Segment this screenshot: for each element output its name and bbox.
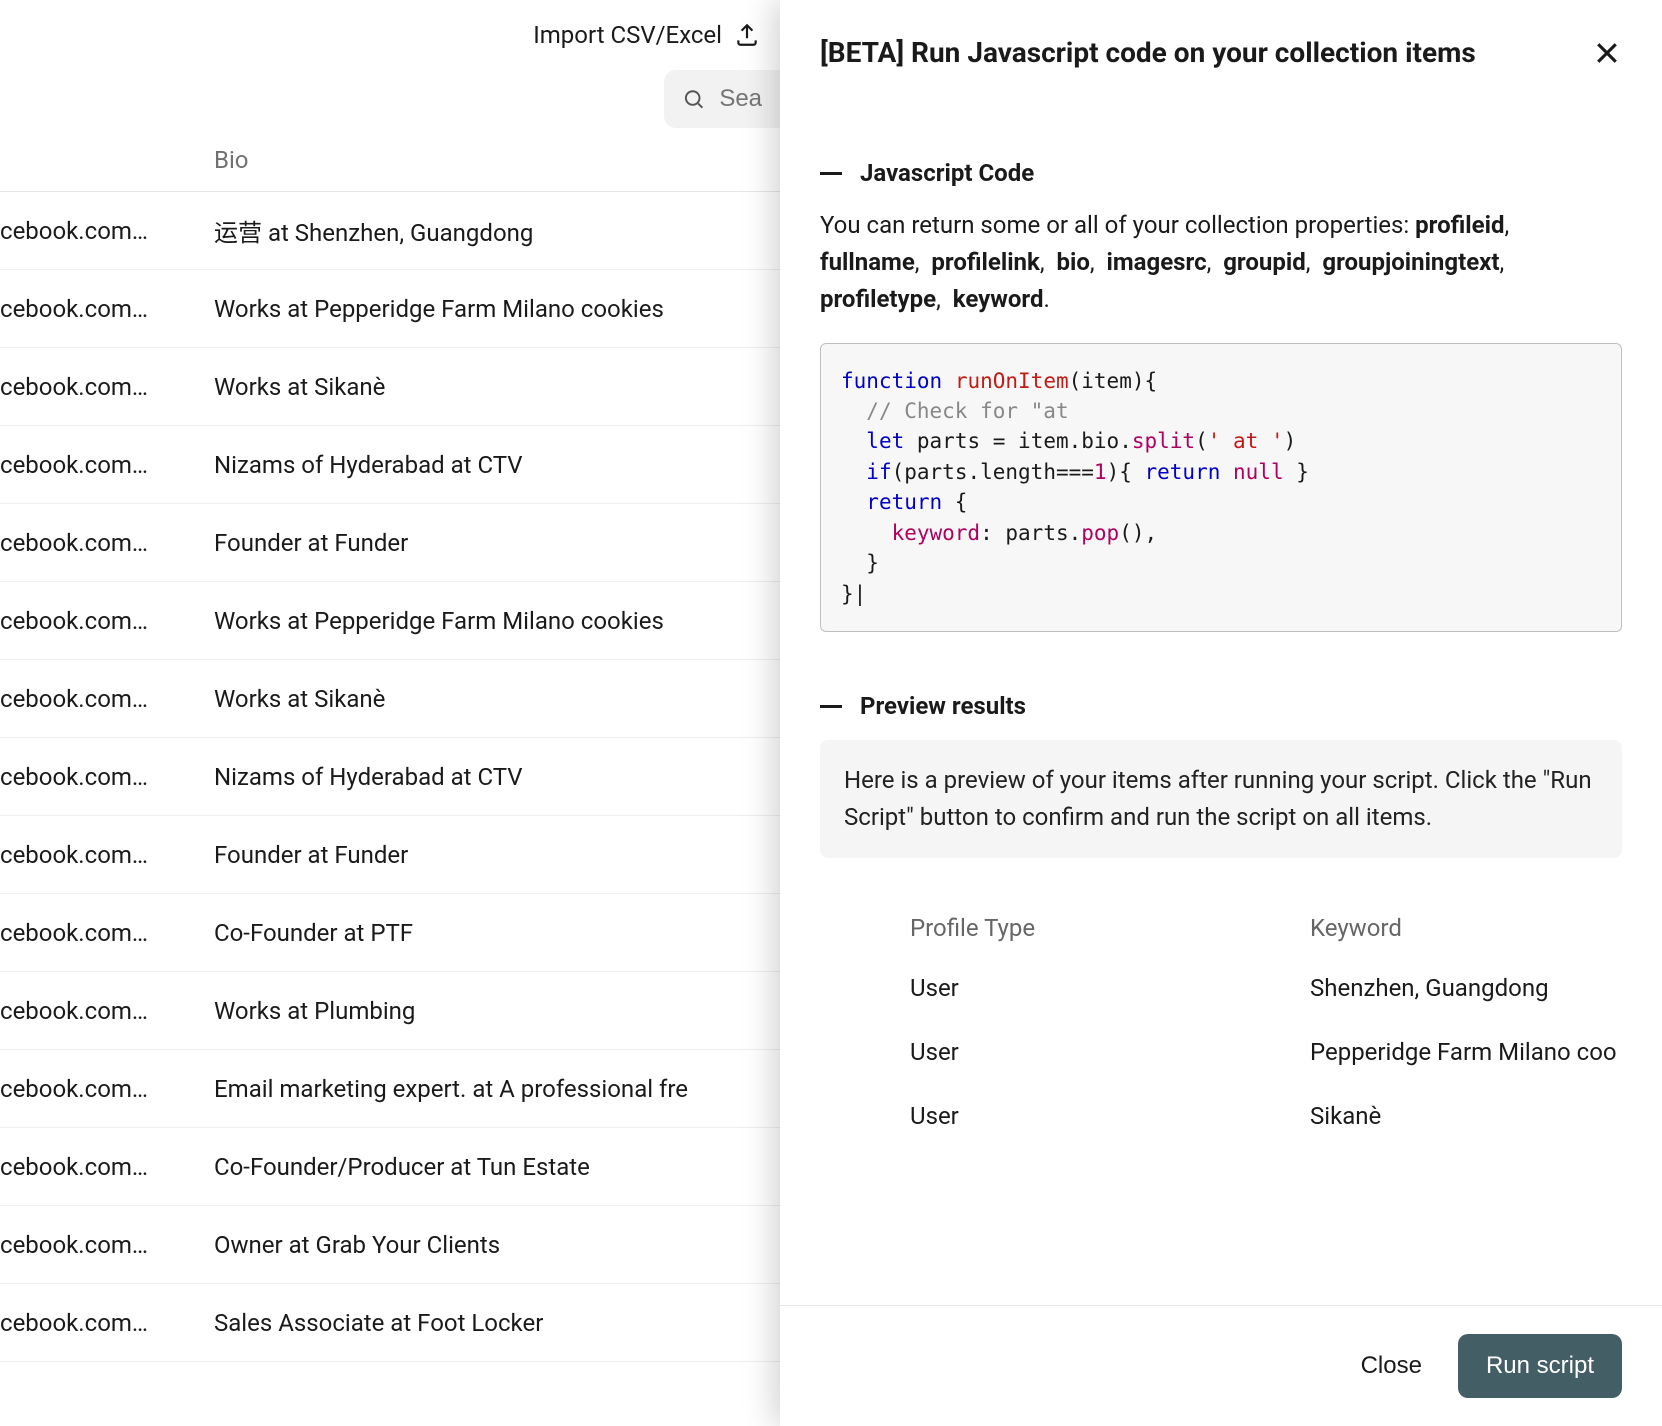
cell-bio: Works at Pepperidge Farm Milano cookies	[210, 295, 780, 323]
cell-link: cebook.com…	[0, 295, 210, 323]
import-csv-button[interactable]: Import CSV/Excel	[533, 21, 760, 49]
cell-bio: Works at Pepperidge Farm Milano cookies	[210, 607, 780, 635]
code-editor[interactable]: function runOnItem(item){ // Check for "…	[820, 343, 1622, 633]
table-row[interactable]: cebook.com…Owner at Grab Your Clients	[0, 1206, 780, 1284]
data-table-pane: Import CSV/Excel Bio cebook.com…运营 at Sh…	[0, 0, 780, 1426]
cell-bio: Works at Sikanè	[210, 685, 780, 713]
cell-link: cebook.com…	[0, 217, 210, 245]
section-js-code[interactable]: Javascript Code	[820, 159, 1622, 187]
table-row[interactable]: cebook.com…Works at Sikanè	[0, 660, 780, 738]
cell-bio: Nizams of Hyderabad at CTV	[210, 451, 780, 479]
cell-bio: 运营 at Shenzhen, Guangdong	[210, 213, 780, 248]
cell-bio: Works at Plumbing	[210, 997, 780, 1025]
cell-link: cebook.com…	[0, 1153, 210, 1181]
preview-col-keyword: Keyword	[1310, 914, 1622, 942]
drawer-footer: Close Run script	[780, 1305, 1662, 1426]
preview-cell-keyword: Pepperidge Farm Milano coo	[1310, 1038, 1622, 1066]
intro-text: You can return some or all of your colle…	[820, 207, 1622, 319]
cell-link: cebook.com…	[0, 1309, 210, 1337]
cell-link: cebook.com…	[0, 1075, 210, 1103]
search-icon	[682, 85, 705, 113]
col-header-bio: Bio	[210, 146, 780, 174]
cell-bio: Co-Founder/Producer at Tun Estate	[210, 1153, 780, 1181]
table-row[interactable]: cebook.com…运营 at Shenzhen, Guangdong	[0, 192, 780, 270]
cell-link: cebook.com…	[0, 919, 210, 947]
table-row[interactable]: cebook.com…Works at Pepperidge Farm Mila…	[0, 270, 780, 348]
collapse-icon	[820, 172, 842, 175]
table-row[interactable]: cebook.com…Email marketing expert. at A …	[0, 1050, 780, 1128]
collapse-icon	[820, 705, 842, 708]
table-row[interactable]: cebook.com…Nizams of Hyderabad at CTV	[0, 426, 780, 504]
preview-col-profile-type: Profile Type	[910, 914, 1310, 942]
upload-icon	[734, 22, 760, 48]
cell-bio: Founder at Funder	[210, 841, 780, 869]
cell-link: cebook.com…	[0, 373, 210, 401]
table-row[interactable]: cebook.com…Co-Founder/Producer at Tun Es…	[0, 1128, 780, 1206]
table-row[interactable]: cebook.com…Works at Plumbing	[0, 972, 780, 1050]
close-icon[interactable]	[1592, 38, 1622, 68]
drawer-title: [BETA] Run Javascript code on your colle…	[820, 36, 1476, 69]
section-preview-heading: Preview results	[860, 692, 1026, 720]
section-preview[interactable]: Preview results	[820, 692, 1622, 720]
table-row[interactable]: cebook.com…Founder at Funder	[0, 816, 780, 894]
cell-link: cebook.com…	[0, 1231, 210, 1259]
section-js-heading: Javascript Code	[860, 159, 1034, 187]
table-row[interactable]: cebook.com…Founder at Funder	[0, 504, 780, 582]
cell-bio: Founder at Funder	[210, 529, 780, 557]
preview-cell-keyword: Sikanè	[1310, 1102, 1622, 1130]
table-row[interactable]: cebook.com…Works at Pepperidge Farm Mila…	[0, 582, 780, 660]
cell-bio: Nizams of Hyderabad at CTV	[210, 763, 780, 791]
preview-note: Here is a preview of your items after ru…	[820, 740, 1622, 858]
table-row[interactable]: cebook.com…Nizams of Hyderabad at CTV	[0, 738, 780, 816]
cell-link: cebook.com…	[0, 997, 210, 1025]
preview-cell-type: User	[910, 1102, 1310, 1130]
preview-row: UserSikanè	[820, 1084, 1622, 1148]
cell-link: cebook.com…	[0, 685, 210, 713]
cell-link: cebook.com…	[0, 607, 210, 635]
close-button[interactable]: Close	[1361, 1352, 1422, 1380]
preview-table: Profile Type Keyword UserShenzhen, Guang…	[820, 900, 1622, 1148]
table-row[interactable]: cebook.com…Sales Associate at Foot Locke…	[0, 1284, 780, 1362]
preview-cell-type: User	[910, 974, 1310, 1002]
cell-link: cebook.com…	[0, 529, 210, 557]
preview-cell-type: User	[910, 1038, 1310, 1066]
topbar: Import CSV/Excel	[0, 0, 780, 70]
cell-link: cebook.com…	[0, 841, 210, 869]
preview-row: UserPepperidge Farm Milano coo	[820, 1020, 1622, 1084]
cell-link: cebook.com…	[0, 451, 210, 479]
cell-bio: Owner at Grab Your Clients	[210, 1231, 780, 1259]
table-row[interactable]: cebook.com…Works at Sikanè	[0, 348, 780, 426]
cell-link: cebook.com…	[0, 763, 210, 791]
cell-bio: Sales Associate at Foot Locker	[210, 1309, 780, 1337]
cell-bio: Co-Founder at PTF	[210, 919, 780, 947]
table-headers: Bio	[0, 128, 780, 192]
table-row[interactable]: cebook.com…Co-Founder at PTF	[0, 894, 780, 972]
side-drawer: [BETA] Run Javascript code on your colle…	[780, 0, 1662, 1426]
cell-bio: Email marketing expert. at A professiona…	[210, 1075, 780, 1103]
preview-row: UserShenzhen, Guangdong	[820, 956, 1622, 1020]
cell-bio: Works at Sikanè	[210, 373, 780, 401]
import-label: Import CSV/Excel	[533, 21, 722, 49]
run-script-button[interactable]: Run script	[1458, 1334, 1622, 1398]
drawer-header: [BETA] Run Javascript code on your colle…	[780, 0, 1662, 69]
preview-cell-keyword: Shenzhen, Guangdong	[1310, 974, 1622, 1002]
